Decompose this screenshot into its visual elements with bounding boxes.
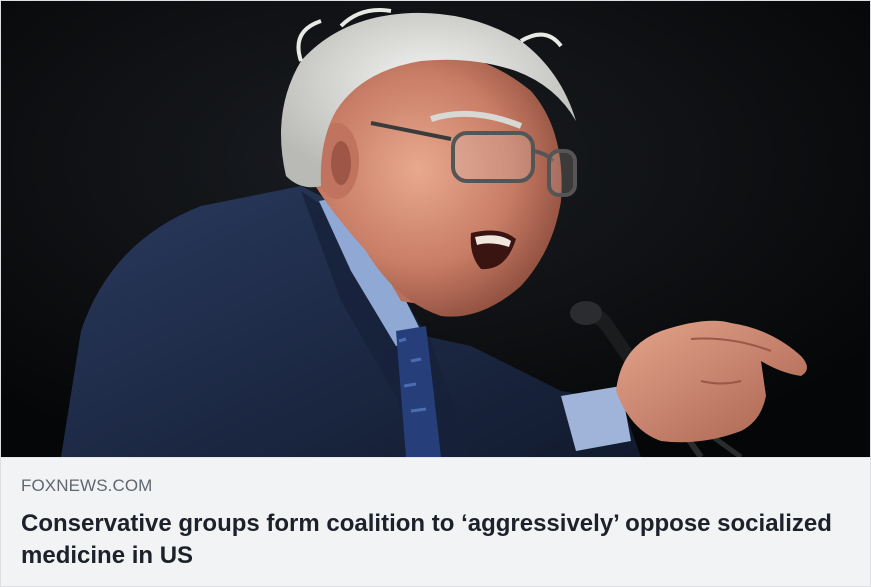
source-domain: FOXNEWS.COM (21, 476, 153, 495)
link-preview-caption[interactable]: FOXNEWS.COM Conservative groups form coa… (1, 457, 870, 586)
speaker-photo (1, 1, 870, 457)
article-thumbnail-image[interactable] (1, 1, 870, 457)
link-preview-card[interactable]: FOXNEWS.COM Conservative groups form coa… (0, 0, 871, 587)
article-headline[interactable]: Conservative groups form coalition to ‘a… (21, 508, 841, 572)
